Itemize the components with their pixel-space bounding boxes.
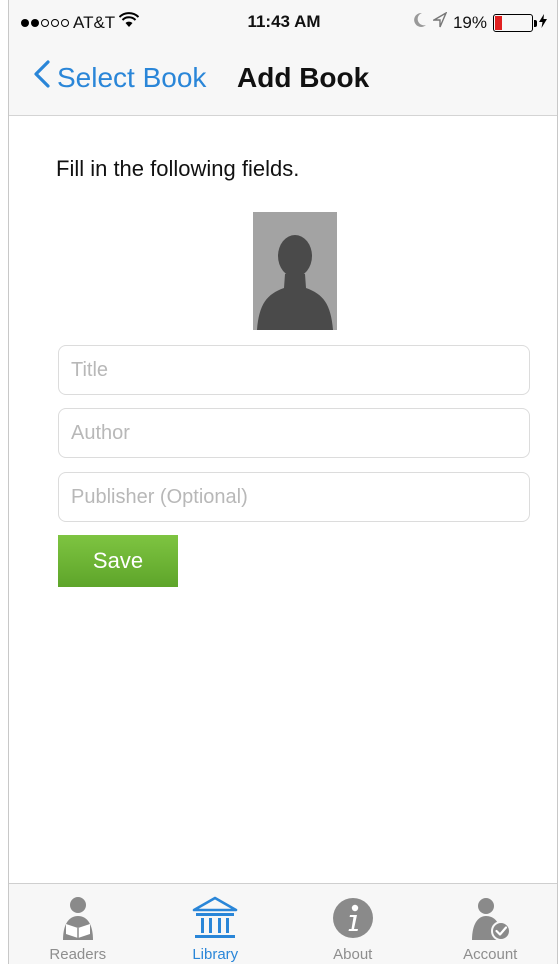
book-cover-placeholder[interactable]: [253, 212, 337, 330]
moon-icon: [413, 12, 427, 33]
phone-screen: AT&T 11:43 AM 19% Select Book Add Book F…: [8, 0, 558, 964]
tab-label-readers: Readers: [49, 946, 107, 963]
battery-percent: 19%: [452, 12, 487, 32]
battery-icon: [493, 13, 537, 32]
status-bar: AT&T 11:43 AM 19%: [9, 0, 558, 44]
tab-readers[interactable]: Readers: [9, 884, 147, 964]
tab-label-library: Library: [192, 946, 239, 963]
tab-about[interactable]: About: [284, 884, 422, 964]
charging-icon: [539, 13, 547, 33]
status-right: 19%: [413, 11, 547, 33]
page-title: Add Book: [237, 62, 370, 93]
publisher-input[interactable]: [58, 472, 530, 522]
account-icon: [466, 894, 514, 942]
navigation-bar: Select Book Add Book: [9, 44, 558, 116]
tab-account[interactable]: Account: [422, 884, 558, 964]
form-instructions: Fill in the following fields.: [56, 156, 300, 181]
reader-icon: [54, 894, 102, 942]
battery-level: [495, 15, 502, 30]
author-input[interactable]: [58, 408, 530, 458]
title-input[interactable]: [58, 345, 530, 395]
person-silhouette-icon: [257, 235, 333, 330]
tab-label-about: About: [333, 946, 373, 963]
library-icon: [191, 894, 239, 942]
tab-library[interactable]: Library: [147, 884, 285, 964]
location-arrow-icon: [431, 11, 448, 33]
chevron-left-icon: [33, 60, 51, 95]
info-icon: [329, 894, 377, 942]
save-button[interactable]: Save: [58, 535, 178, 587]
back-button[interactable]: Select Book: [33, 60, 206, 95]
tab-bar: Readers Library About Account: [9, 883, 558, 964]
tab-label-account: Account: [463, 946, 518, 963]
back-button-label: Select Book: [57, 61, 207, 93]
